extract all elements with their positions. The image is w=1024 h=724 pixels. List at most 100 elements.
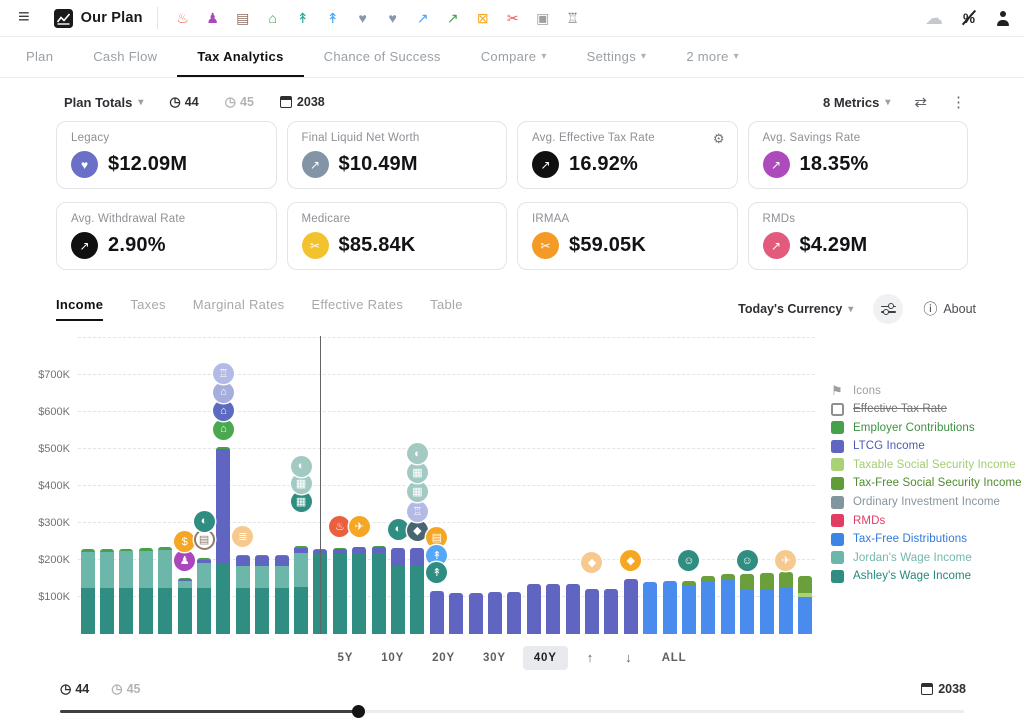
scissors-icon[interactable]: ✂ <box>498 11 528 25</box>
legend-item[interactable]: Employer Contributions <box>831 421 1024 434</box>
bar-segment-l <box>255 556 269 565</box>
divider <box>157 7 158 29</box>
metric-card-value: $4.29M <box>800 234 868 257</box>
plane-light-icon: ✈ <box>775 550 796 571</box>
chart-bar <box>430 591 444 634</box>
bar-segment-l <box>410 548 424 565</box>
chart-tab-income[interactable]: Income <box>56 297 103 321</box>
bar-segment-d <box>760 589 774 634</box>
bar-segment-j <box>197 563 211 587</box>
person-icon: ♟ <box>174 550 195 571</box>
legend-label: Tax-Free Social Security Income <box>853 477 1022 489</box>
tab-plan[interactable]: Plan <box>6 37 73 77</box>
tab-chance-of-success[interactable]: Chance of Success <box>304 37 461 77</box>
palm-tree-blue-icon[interactable]: ↟ <box>318 11 348 25</box>
bar-segment-a <box>410 566 424 634</box>
metric-card-label: Avg. Effective Tax Rate <box>532 132 723 144</box>
chart-tab-taxes[interactable]: Taxes <box>130 297 165 321</box>
plan-totals-dropdown[interactable]: Plan Totals ▾ <box>64 95 143 110</box>
year-slider[interactable] <box>60 703 964 719</box>
menu-icon[interactable]: ≡ <box>10 6 40 31</box>
range-20y[interactable]: 20Y <box>421 646 466 670</box>
house-search-icon[interactable]: ⌂ <box>258 11 288 25</box>
kebab-menu-icon[interactable]: ⋮ <box>951 93 966 111</box>
metric-card-value: $10.49M <box>339 153 418 176</box>
briefcase-icon[interactable]: ▤ <box>228 11 258 25</box>
filter-settings-button[interactable] <box>873 294 903 324</box>
legend-item[interactable]: Ordinary Investment Income <box>831 496 1024 509</box>
range-5y[interactable]: 5Y <box>327 646 365 670</box>
tab-settings[interactable]: Settings▾ <box>567 37 667 77</box>
flame-icon[interactable]: ♨ <box>168 11 198 25</box>
bar-segment-l <box>275 556 289 565</box>
bar-segment-l <box>236 556 250 565</box>
chart-growth-blue-icon[interactable]: ↗ <box>408 11 438 25</box>
bar-segment-f <box>798 576 812 593</box>
legend-item[interactable]: Tax-Free Distributions <box>831 533 1024 546</box>
legend-swatch <box>831 403 844 416</box>
chart-tab-effective-rates[interactable]: Effective Rates <box>311 297 403 321</box>
person-icon[interactable]: ♟ <box>198 11 228 25</box>
certificate-icon[interactable]: ▣ <box>528 11 558 25</box>
gear-icon[interactable]: ⚙ <box>713 131 725 147</box>
building-light-icon: ▦ <box>407 481 428 502</box>
tab-tax-analytics[interactable]: Tax Analytics <box>177 37 303 77</box>
range-all[interactable]: ALL <box>651 646 698 670</box>
chart-tab-marginal-rates[interactable]: Marginal Rates <box>193 297 285 321</box>
legend-item[interactable]: Taxable Social Security Income <box>831 458 1024 471</box>
metric-card-icon: ♥ <box>71 151 98 178</box>
chart-bar <box>527 584 541 634</box>
range-40y[interactable]: 40Y <box>523 646 568 670</box>
theme-toggle-icon[interactable]: % <box>961 11 977 26</box>
bar-segment-a <box>119 588 133 634</box>
info-icon: ⓘ <box>923 299 937 319</box>
cloud-sync-icon[interactable]: ☁ <box>925 9 943 27</box>
chart-growth-green-icon[interactable]: ↗ <box>438 11 468 25</box>
legend-item[interactable]: Effective Tax Rate <box>831 403 1024 416</box>
chart-bar <box>139 548 153 634</box>
legend-item[interactable]: Tax-Free Social Security Income <box>831 477 1024 490</box>
heart-pulse-icon-2[interactable]: ♥ <box>378 11 408 25</box>
bar-segment-a <box>352 553 366 634</box>
tax-card-icon[interactable]: ⊠ <box>468 11 498 25</box>
about-button[interactable]: ⓘ About <box>923 299 976 319</box>
legend-item[interactable]: RMDs <box>831 514 1024 527</box>
swap-icon[interactable]: ⇄ <box>914 93 927 111</box>
age-secondary: ◷ 45 <box>225 94 254 110</box>
account-icon[interactable] <box>995 11 1010 26</box>
legend-item[interactable]: Jordan's Wage Income <box>831 551 1024 564</box>
tab-cash-flow[interactable]: Cash Flow <box>73 37 177 77</box>
house-search-icon: ⌂ <box>213 419 234 440</box>
heart-pulse-icon[interactable]: ♥ <box>348 11 378 25</box>
bank-add-icon[interactable]: ♖ <box>558 11 588 25</box>
timer-icon: ◷ <box>169 94 180 110</box>
currency-dropdown[interactable]: Today's Currency ▾ <box>738 302 853 316</box>
shift-up[interactable]: ↑ <box>574 644 607 671</box>
tab-label: Plan <box>26 49 53 64</box>
chart-tab-table[interactable]: Table <box>430 297 463 321</box>
chart-bar <box>275 555 289 634</box>
chart-bar <box>663 581 677 634</box>
chart-bar <box>643 582 657 634</box>
legend-item[interactable]: ⚑Icons <box>831 384 1024 397</box>
bar-segment-l <box>372 547 386 554</box>
tab-2-more[interactable]: 2 more▾ <box>666 37 759 77</box>
range-10y[interactable]: 10Y <box>370 646 415 670</box>
bar-segment-a <box>255 588 269 634</box>
palm-tree-teal-icon[interactable]: ↟ <box>288 11 318 25</box>
range-30y[interactable]: 30Y <box>472 646 517 670</box>
slider-thumb[interactable] <box>352 705 365 718</box>
legend-item[interactable]: Ashley's Wage Income <box>831 570 1024 583</box>
shift-down[interactable]: ↓ <box>612 644 645 671</box>
palm-teal-icon: ↟ <box>426 562 447 583</box>
legend-label: Employer Contributions <box>853 422 975 434</box>
metric-card-value: 16.92% <box>569 153 638 176</box>
legend-label: Jordan's Wage Income <box>853 552 972 564</box>
tab-compare[interactable]: Compare▾ <box>461 37 567 77</box>
bar-segment-l <box>216 449 230 564</box>
metrics-dropdown[interactable]: 8 Metrics ▾ <box>823 95 890 110</box>
legend-item[interactable]: LTCG Income <box>831 440 1024 453</box>
today-marker-line <box>320 336 322 634</box>
chart-bar <box>779 572 793 634</box>
timer-icon: ◷ <box>60 681 71 697</box>
